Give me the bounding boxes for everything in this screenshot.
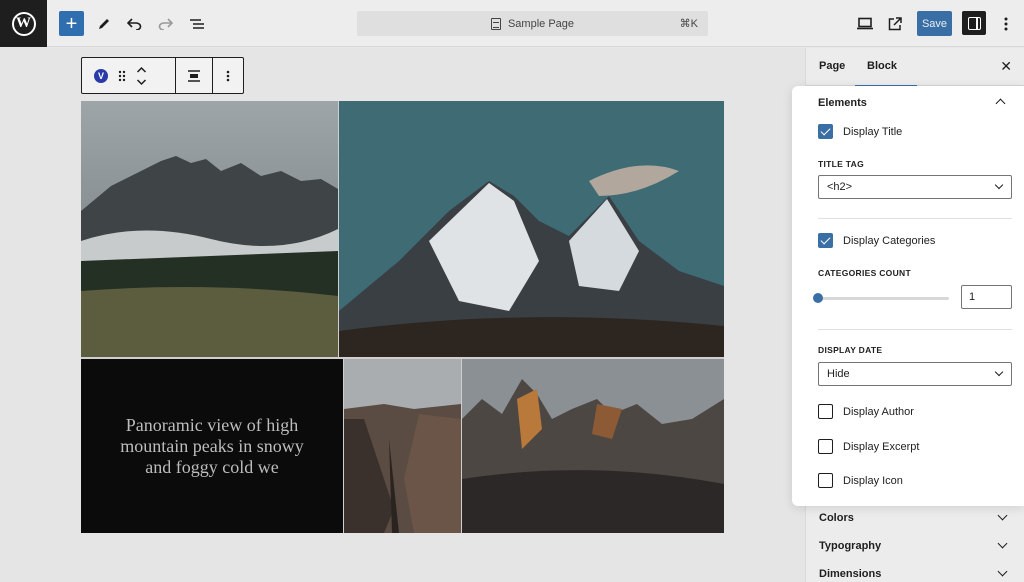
redo-button[interactable]: [153, 11, 178, 36]
preview-button[interactable]: [852, 11, 877, 36]
display-author-option[interactable]: Display Author: [818, 404, 914, 419]
display-categories-label: Display Categories: [843, 234, 936, 247]
display-excerpt-option[interactable]: Display Excerpt: [818, 439, 919, 454]
undo-button[interactable]: [122, 11, 147, 36]
display-author-checkbox[interactable]: [818, 404, 833, 419]
tab-block[interactable]: Block: [855, 60, 917, 87]
post-image-mountain-peaks[interactable]: [462, 359, 724, 533]
display-excerpt-label: Display Excerpt: [843, 440, 920, 453]
align-center-icon: [188, 69, 200, 82]
display-date-value: Hide: [827, 368, 850, 380]
title-tag-value: <h2>: [827, 181, 853, 193]
categories-count-value: 1: [969, 291, 976, 303]
list-view-icon: [189, 18, 204, 29]
align-button[interactable]: [176, 58, 213, 93]
block-switcher-group: V: [82, 58, 176, 93]
command-palette-bar[interactable]: Sample Page ⌘K: [357, 11, 708, 36]
chevron-down-icon: [994, 180, 1004, 190]
dimensions-panel-toggle[interactable]: Dimensions: [819, 568, 881, 580]
wordpress-logo-button[interactable]: W: [0, 0, 47, 47]
display-excerpt-checkbox[interactable]: [818, 439, 833, 454]
page-icon: [490, 17, 501, 30]
categories-count-input[interactable]: 1: [961, 285, 1012, 309]
post-grid-block[interactable]: Panoramic view of high mountain peaks in…: [81, 101, 724, 533]
display-icon-option[interactable]: Display Icon: [818, 473, 903, 488]
slider-thumb[interactable]: [813, 293, 823, 303]
post-title: Panoramic view of high mountain peaks in…: [120, 414, 304, 477]
external-link-icon: [888, 16, 902, 30]
shortcut-hint: ⌘K: [679, 18, 698, 30]
redo-icon: [158, 17, 173, 30]
display-title-label: Display Title: [843, 125, 903, 138]
more-vertical-icon: [226, 70, 230, 81]
categories-count-label: CATEGORIES COUNT: [818, 268, 911, 278]
display-date-select[interactable]: Hide: [818, 362, 1012, 386]
display-title-checkbox[interactable]: [818, 124, 833, 139]
sidebar-tabs: Page Block ✕: [806, 48, 1024, 87]
move-up-down-icon[interactable]: [136, 66, 147, 86]
divider: [818, 329, 1012, 330]
desktop-icon: [856, 17, 873, 30]
chevron-up-icon[interactable]: [995, 98, 1006, 109]
display-icon-label: Display Icon: [843, 474, 903, 487]
drag-handle-icon[interactable]: [118, 70, 126, 82]
elements-panel-title[interactable]: Elements: [818, 97, 867, 109]
pencil-icon: [98, 18, 109, 29]
chevron-down-icon: [997, 510, 1008, 521]
block-type-button[interactable]: V: [94, 68, 108, 83]
typography-panel-toggle[interactable]: Typography: [819, 540, 881, 552]
add-block-button[interactable]: +: [59, 11, 84, 36]
document-overview-button[interactable]: [184, 11, 209, 36]
post-caption-tile[interactable]: Panoramic view of high mountain peaks in…: [81, 359, 343, 533]
divider: [818, 218, 1012, 219]
categories-count-slider[interactable]: [818, 297, 949, 300]
post-image-foggy-mountain[interactable]: [81, 101, 338, 357]
plus-icon: +: [65, 12, 78, 35]
display-categories-checkbox[interactable]: [818, 233, 833, 248]
display-categories-option[interactable]: Display Categories: [818, 233, 935, 248]
settings-toggle-button[interactable]: [962, 11, 986, 35]
elements-panel: Elements Display Title TITLE TAG <h2> Di…: [792, 86, 1024, 506]
block-options-button[interactable]: [213, 58, 243, 93]
save-button[interactable]: Save: [917, 11, 952, 36]
display-date-label: DISPLAY DATE: [818, 345, 883, 355]
sidebar-icon: [967, 16, 981, 30]
display-title-option[interactable]: Display Title: [818, 124, 902, 139]
close-sidebar-icon[interactable]: ✕: [1000, 58, 1012, 75]
display-icon-checkbox[interactable]: [818, 473, 833, 488]
editor-header: W + Sample Page ⌘K Save: [0, 0, 1024, 47]
more-vertical-icon: [1004, 17, 1007, 30]
post-image-canyon[interactable]: [344, 359, 461, 533]
tools-button[interactable]: [91, 11, 116, 36]
tab-page[interactable]: Page: [819, 60, 845, 72]
chevron-down-icon: [994, 367, 1004, 377]
document-title: Sample Page: [507, 17, 575, 30]
chevron-down-icon: [997, 566, 1008, 577]
display-author-label: Display Author: [843, 405, 914, 418]
view-page-button[interactable]: [882, 11, 907, 36]
undo-icon: [127, 17, 142, 30]
title-tag-select[interactable]: <h2>: [818, 175, 1012, 199]
post-image-snowy-peak[interactable]: [339, 101, 724, 357]
options-menu-button[interactable]: [993, 11, 1018, 36]
block-toolbar: V: [81, 57, 244, 94]
wordpress-logo-icon: W: [11, 11, 36, 36]
chevron-down-icon: [997, 538, 1008, 549]
title-tag-label: TITLE TAG: [818, 159, 864, 169]
colors-panel-toggle[interactable]: Colors: [819, 512, 854, 524]
